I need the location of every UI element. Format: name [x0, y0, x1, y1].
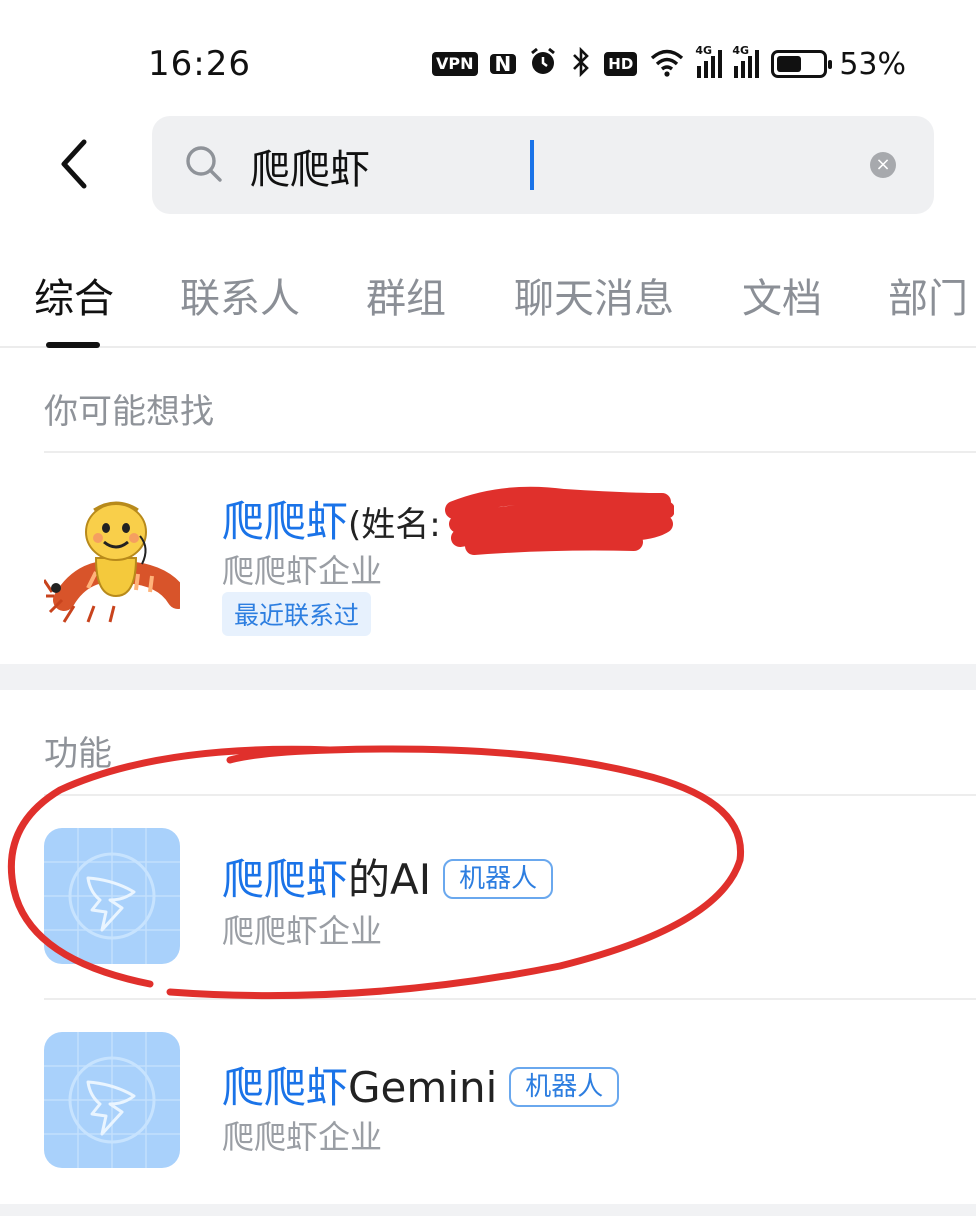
bottom-separator [0, 1204, 976, 1216]
name-rest: Gemini [348, 1063, 498, 1112]
alarm-icon [528, 47, 558, 81]
battery-percent: 53% [839, 46, 906, 82]
name-highlight: 爬爬虾 [222, 855, 349, 904]
name-highlight: 爬爬虾 [222, 1063, 349, 1112]
status-time: 16:26 [148, 44, 251, 84]
status-icons: VPN N HD 4G 4G 53% [432, 44, 906, 84]
function-result-row[interactable]: 爬爬虾Gemini 机器人 爬爬虾企业 [0, 1000, 976, 1206]
battery-icon [771, 50, 833, 78]
name-rest: 的AI [348, 855, 432, 904]
dingtalk-app-icon [44, 1032, 180, 1168]
back-button[interactable] [44, 128, 104, 200]
tab-docs[interactable]: 文档 [742, 266, 822, 324]
robot-badge: 机器人 [443, 858, 554, 899]
function-name: 爬爬虾Gemini 机器人 [222, 1054, 620, 1115]
clear-search-button[interactable]: × [870, 152, 896, 178]
tab-departments[interactable]: 部门 [888, 266, 968, 324]
function-org: 爬爬虾企业 [222, 1118, 383, 1156]
active-tab-indicator [46, 342, 100, 348]
robot-badge: 机器人 [509, 1066, 620, 1107]
tab-groups[interactable]: 群组 [366, 266, 446, 324]
tab-messages[interactable]: 聊天消息 [514, 266, 674, 324]
avatar [42, 488, 189, 624]
signal-icon-1: 4G [695, 44, 723, 78]
dingtalk-app-icon [44, 828, 180, 964]
search-tabs: 综合 联系人 群组 聊天消息 文档 部门 [0, 238, 976, 348]
contact-name: 爬爬虾(姓名: [222, 488, 441, 549]
name-highlight: 爬爬虾 [222, 497, 349, 546]
redaction-scribble [445, 486, 674, 555]
text-caret [530, 140, 534, 190]
search-icon [186, 146, 222, 182]
nfc-icon: N [489, 54, 517, 74]
section-title-function: 功能 [44, 734, 112, 774]
status-bar: 16:26 VPN N HD 4G 4G 53% [0, 0, 976, 120]
wifi-icon [649, 47, 685, 81]
name-rest: (姓名: [348, 505, 441, 545]
recent-contact-badge: 最近联系过 [222, 592, 372, 636]
chevron-left-icon [61, 139, 87, 189]
bluetooth-icon [570, 46, 592, 81]
hd-icon: HD [604, 52, 638, 76]
function-org: 爬爬虾企业 [222, 912, 383, 950]
search-bar[interactable]: × [152, 116, 934, 214]
contact-result-row[interactable]: 爬爬虾(姓名: 爬爬虾企业 最近联系过 [0, 452, 976, 664]
section-separator [0, 664, 976, 690]
signal-icon-2: 4G [732, 44, 760, 78]
tab-all[interactable]: 综合 [34, 266, 114, 324]
tab-contacts[interactable]: 联系人 [180, 266, 300, 324]
section-title-suggest: 你可能想找 [44, 392, 214, 432]
function-result-row[interactable]: 爬爬虾的AI 机器人 爬爬虾企业 [0, 796, 976, 998]
contact-org: 爬爬虾企业 [222, 552, 383, 590]
function-name: 爬爬虾的AI 机器人 [222, 846, 554, 907]
vpn-icon: VPN [432, 52, 478, 76]
